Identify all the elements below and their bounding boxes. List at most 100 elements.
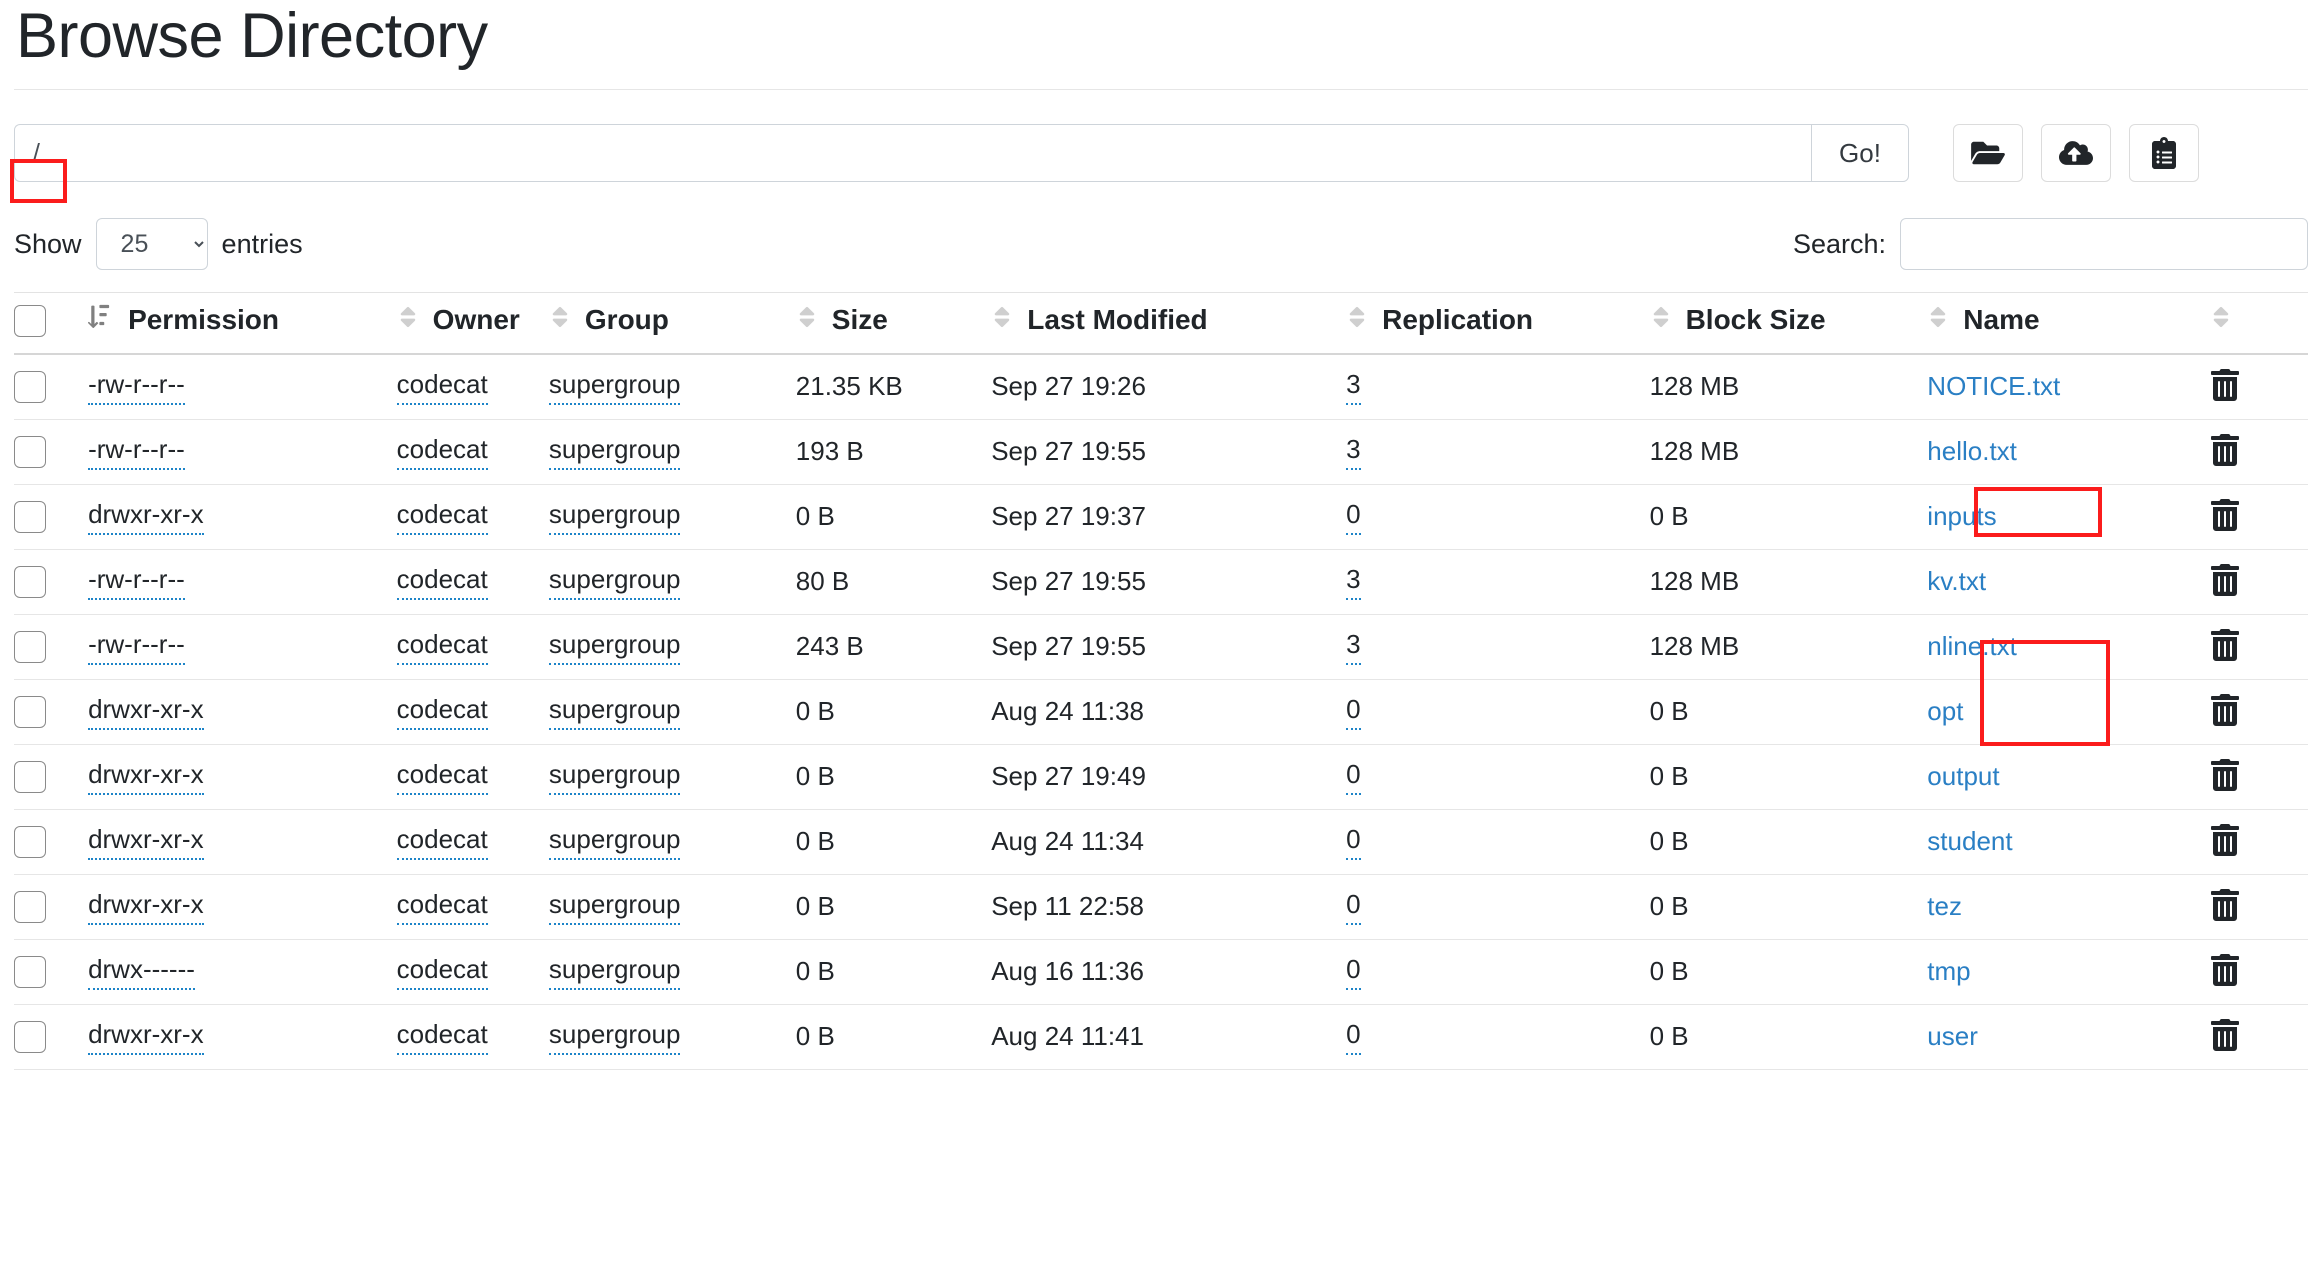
permission-value[interactable]: drwxr-xr-x	[88, 1019, 204, 1055]
file-name-link[interactable]: user	[1927, 1021, 1978, 1051]
file-name-link[interactable]: opt	[1927, 696, 1963, 726]
owner-value[interactable]: codecat	[396, 629, 488, 665]
row-checkbox[interactable]	[14, 371, 46, 404]
delete-button[interactable]	[2210, 954, 2240, 989]
snapshot-list-button[interactable]	[2129, 124, 2199, 183]
file-name-link[interactable]: tmp	[1927, 956, 1970, 986]
th-last-modified[interactable]: Last Modified	[991, 292, 1347, 355]
replication-value[interactable]: 0	[1346, 1019, 1361, 1055]
file-name-link[interactable]: output	[1927, 761, 1999, 791]
delete-button[interactable]	[2210, 1019, 2240, 1054]
delete-button[interactable]	[2210, 434, 2240, 469]
permission-value[interactable]: drwxr-xr-x	[88, 824, 204, 860]
row-checkbox[interactable]	[14, 566, 46, 599]
group-value[interactable]: supergroup	[548, 434, 681, 470]
file-name-link[interactable]: nline.txt	[1927, 631, 2017, 661]
replication-value[interactable]: 3	[1346, 369, 1361, 405]
owner-value[interactable]: codecat	[396, 564, 488, 600]
delete-button[interactable]	[2210, 369, 2240, 404]
replication-value[interactable]: 3	[1346, 629, 1361, 665]
delete-button[interactable]	[2210, 889, 2240, 924]
upload-button[interactable]	[2041, 124, 2111, 183]
th-size[interactable]: Size	[795, 292, 992, 355]
row-select-cell[interactable]	[14, 549, 89, 615]
th-group[interactable]: Group	[548, 292, 796, 355]
row-checkbox[interactable]	[14, 891, 46, 924]
replication-value[interactable]: 0	[1346, 889, 1361, 925]
th-select-all[interactable]	[14, 292, 89, 355]
th-permission[interactable]: Permission	[88, 292, 397, 355]
group-value[interactable]: supergroup	[548, 564, 681, 600]
row-checkbox[interactable]	[14, 696, 46, 729]
replication-value[interactable]: 0	[1346, 954, 1361, 990]
owner-value[interactable]: codecat	[396, 434, 488, 470]
file-name-link[interactable]: hello.txt	[1927, 436, 2017, 466]
delete-button[interactable]	[2210, 759, 2240, 794]
row-select-cell[interactable]	[14, 744, 89, 810]
owner-value[interactable]: codecat	[396, 499, 488, 535]
row-select-cell[interactable]	[14, 874, 89, 940]
file-name-link[interactable]: inputs	[1927, 501, 1996, 531]
row-checkbox[interactable]	[14, 436, 46, 469]
delete-button[interactable]	[2210, 694, 2240, 729]
row-select-cell[interactable]	[14, 809, 89, 875]
row-checkbox[interactable]	[14, 501, 46, 534]
delete-button[interactable]	[2210, 629, 2240, 664]
group-value[interactable]: supergroup	[548, 694, 681, 730]
owner-value[interactable]: codecat	[396, 369, 488, 405]
owner-value[interactable]: codecat	[396, 889, 488, 925]
row-select-cell[interactable]	[14, 939, 89, 1005]
row-select-cell[interactable]	[14, 419, 89, 485]
row-checkbox[interactable]	[14, 631, 46, 664]
delete-button[interactable]	[2210, 499, 2240, 534]
replication-value[interactable]: 0	[1346, 694, 1361, 730]
owner-value[interactable]: codecat	[396, 1019, 488, 1055]
th-replication[interactable]: Replication	[1346, 292, 1650, 355]
row-select-cell[interactable]	[14, 614, 89, 680]
file-name-link[interactable]: student	[1927, 826, 2012, 856]
group-value[interactable]: supergroup	[548, 369, 681, 405]
group-value[interactable]: supergroup	[548, 889, 681, 925]
replication-value[interactable]: 0	[1346, 499, 1361, 535]
group-value[interactable]: supergroup	[548, 1019, 681, 1055]
row-select-cell[interactable]	[14, 1004, 89, 1070]
go-button[interactable]: Go!	[1811, 124, 1909, 183]
permission-value[interactable]: -rw-r--r--	[88, 629, 185, 665]
th-actions[interactable]	[2210, 292, 2308, 355]
row-select-cell[interactable]	[14, 679, 89, 745]
group-value[interactable]: supergroup	[548, 954, 681, 990]
th-name[interactable]: Name	[1927, 292, 2211, 355]
select-all-checkbox[interactable]	[14, 304, 46, 337]
permission-value[interactable]: drwxr-xr-x	[88, 694, 204, 730]
owner-value[interactable]: codecat	[396, 759, 488, 795]
permission-value[interactable]: drwxr-xr-x	[88, 499, 204, 535]
permission-value[interactable]: -rw-r--r--	[88, 564, 185, 600]
permission-value[interactable]: -rw-r--r--	[88, 369, 185, 405]
page-length-select[interactable]: 102550100	[95, 218, 208, 271]
row-checkbox[interactable]	[14, 956, 46, 989]
row-checkbox[interactable]	[14, 761, 46, 794]
row-select-cell[interactable]	[14, 484, 89, 550]
replication-value[interactable]: 3	[1346, 564, 1361, 600]
row-select-cell[interactable]	[14, 353, 89, 420]
group-value[interactable]: supergroup	[548, 824, 681, 860]
file-name-link[interactable]: NOTICE.txt	[1927, 371, 2060, 401]
row-checkbox[interactable]	[14, 1021, 46, 1054]
replication-value[interactable]: 3	[1346, 434, 1361, 470]
owner-value[interactable]: codecat	[396, 954, 488, 990]
row-checkbox[interactable]	[14, 826, 46, 859]
file-name-link[interactable]: tez	[1927, 891, 1962, 921]
browse-folder-button[interactable]	[1953, 124, 2023, 183]
group-value[interactable]: supergroup	[548, 629, 681, 665]
delete-button[interactable]	[2210, 824, 2240, 859]
replication-value[interactable]: 0	[1346, 759, 1361, 795]
replication-value[interactable]: 0	[1346, 824, 1361, 860]
file-name-link[interactable]: kv.txt	[1927, 566, 1986, 596]
search-input[interactable]	[1900, 218, 2308, 271]
permission-value[interactable]: -rw-r--r--	[88, 434, 185, 470]
th-block-size[interactable]: Block Size	[1649, 292, 1928, 355]
delete-button[interactable]	[2210, 564, 2240, 599]
path-input[interactable]	[14, 124, 1811, 183]
group-value[interactable]: supergroup	[548, 499, 681, 535]
owner-value[interactable]: codecat	[396, 694, 488, 730]
